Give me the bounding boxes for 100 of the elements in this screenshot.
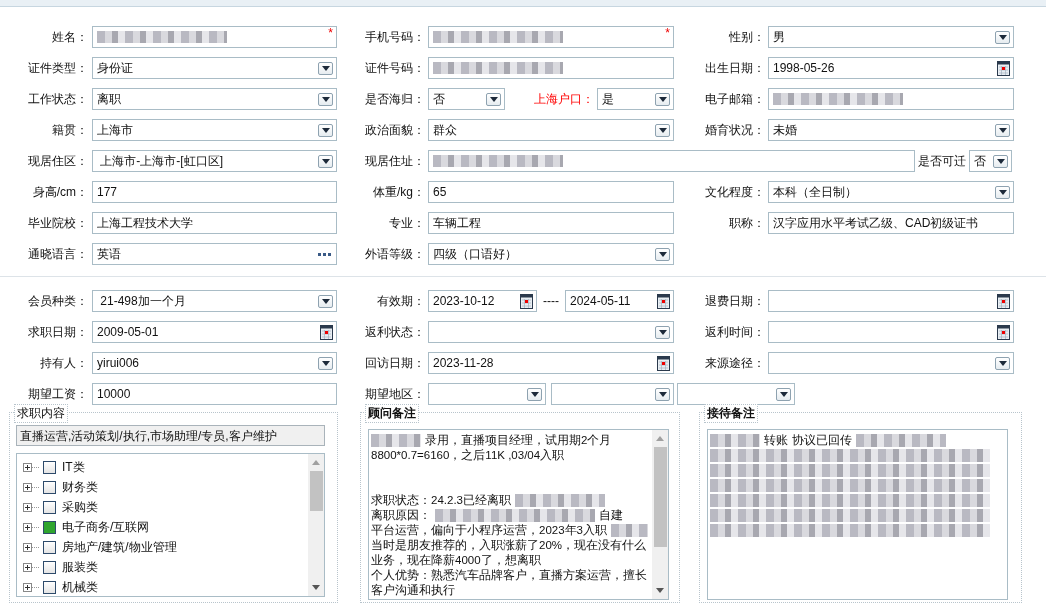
field-label: 婚育状况： [704,121,765,139]
panel-title: 顾问备注 [365,404,419,423]
field-label: 来源途径： [704,354,765,372]
expand-icon[interactable] [23,502,32,512]
text-field[interactable]: 10000 [92,383,337,405]
tree-item[interactable]: 房地产/建筑/物业管理 [62,538,177,556]
notes-textarea[interactable]: 录用，直播项目经理，试用期2个月 8800*0.7=6160，之后11K ,03/04入职 求职状态：24.2.3已经离职 离职原因： 自建 平台运营，偏向于小程序运营，2023年3入职 当时是朋友推荐的，入职涨薪了20%，现在没有什么 业务，现在降薪4000了，想离职 个人优势：熟悉汽车品牌客户，直播方案运营，擅长 客户沟通和执行 [368,429,669,600]
date-field[interactable] [768,321,1014,343]
tree-item[interactable]: 采购类 [62,498,98,516]
date-field[interactable] [768,290,1014,312]
note-text: 当时是朋友推荐的，入职涨薪了20%，现在没有什么 [371,538,647,553]
checkbox[interactable] [43,540,56,554]
calendar-icon[interactable] [657,355,670,371]
checkbox[interactable] [43,520,56,534]
dropdown[interactable]: 上海市 [92,119,337,141]
dropdown[interactable]: 21-498加一个月 [92,290,337,312]
field-label: 专业： [388,214,425,232]
field-label: 电子邮箱： [704,90,765,108]
field-label: 是否可迁 [917,152,967,170]
text-field[interactable] [428,150,915,172]
redaction-mark [371,434,421,447]
text-field[interactable]: 直播运营,活动策划/执行,市场助理/专员,客户维护 [16,425,325,446]
tree-item[interactable]: IT类 [62,458,85,476]
field-label: 回访日期： [364,354,425,372]
checkbox[interactable] [43,480,56,494]
field-label: 期望地区： [364,385,425,403]
text-field[interactable] [428,57,674,79]
calendar-icon[interactable] [997,324,1010,340]
calendar-icon[interactable] [997,60,1010,76]
field-label: 职称： [728,214,765,232]
expand-icon[interactable] [23,462,32,472]
date-field[interactable]: 2024-05-11 [565,290,674,312]
notes-textarea[interactable]: 转账 协议已回传 [707,429,1008,600]
dropdown[interactable]: 男 [768,26,1014,48]
field-label: 证件号码： [364,59,425,77]
field-label: 出生日期： [704,59,765,77]
note-text: 离职原因： [371,508,431,523]
dropdown[interactable]: 四级（口语好） [428,243,674,265]
field-label: 工作状态： [27,90,88,108]
note-text: 自建 [599,508,623,523]
more-icon[interactable] [318,252,331,256]
note-text: 客户沟通和执行 [371,583,455,598]
checkbox[interactable] [43,460,56,474]
field-label: 现居住址： [364,152,425,170]
field-label: 有效期： [376,292,425,310]
text-field[interactable]: 65 [428,181,674,203]
date-field[interactable]: 2023-11-28 [428,352,674,374]
field-label: 性别： [728,28,765,46]
field-label: 籍贯： [51,121,88,139]
text-field[interactable]: * [92,26,337,48]
checkbox[interactable] [43,580,56,594]
dropdown[interactable]: 是 [597,88,674,110]
text-field[interactable]: 汉字应用水平考试乙级、CAD初级证书 [768,212,1014,234]
date-field[interactable]: 2023-10-12 [428,290,537,312]
tree-item[interactable]: 服装类 [62,558,98,576]
scrollbar[interactable] [652,430,668,599]
text-field[interactable]: * [428,26,674,48]
calendar-icon[interactable] [520,293,533,309]
dropdown[interactable]: 身份证 [92,57,337,79]
required-mark: * [328,27,333,39]
scrollbar[interactable] [308,454,324,596]
expand-icon[interactable] [23,482,32,492]
dropdown[interactable]: 未婚 [768,119,1014,141]
tree-item[interactable]: 机械类 [62,578,98,596]
expand-icon[interactable] [23,522,32,532]
dropdown[interactable]: 本科（全日制） [768,181,1014,203]
field-label: 是否海归： [364,90,425,108]
text-field[interactable]: 上海工程技术大学 [92,212,337,234]
field-label: 姓名： [51,28,88,46]
text-field[interactable]: 车辆工程 [428,212,674,234]
note-text: 业务，现在降薪4000了，想离职 [371,553,541,568]
field-label: 持有人： [39,354,88,372]
text-field[interactable] [768,88,1014,110]
checkbox[interactable] [43,560,56,574]
dropdown[interactable]: 上海市-上海市-[虹口区] [92,150,337,172]
calendar-icon[interactable] [320,324,333,340]
redaction-mark [710,434,760,447]
dropdown[interactable]: 群众 [428,119,674,141]
text-field[interactable]: 英语 [92,243,337,265]
expand-icon[interactable] [23,562,32,572]
calendar-icon[interactable] [997,293,1010,309]
expand-icon[interactable] [23,582,32,592]
text-field[interactable]: 177 [92,181,337,203]
date-field[interactable]: 2009-05-01 [92,321,337,343]
checkbox[interactable] [43,500,56,514]
field-label: 政治面貌： [364,121,425,139]
dropdown[interactable]: 否 [428,88,505,110]
dropdown[interactable]: 否 [969,150,1012,172]
date-field[interactable]: 1998-05-26 [768,57,1014,79]
field-label: 毕业院校： [27,214,88,232]
expand-icon[interactable] [23,542,32,552]
tree-item[interactable]: 财务类 [62,478,98,496]
calendar-icon[interactable] [657,293,670,309]
note-text: 平台运营，偏向于小程序运营，2023年3入职 [371,523,607,538]
note-text: 个人优势：熟悉汽车品牌客户，直播方案运营，擅长 [371,568,647,583]
dropdown[interactable]: yirui006 [92,352,337,374]
note-text: 录用，直播项目经理，试用期2个月 [425,433,612,448]
dropdown[interactable]: 离职 [92,88,337,110]
tree-item[interactable]: 电子商务/互联网 [62,518,150,536]
field-label: 会员种类： [27,292,88,310]
